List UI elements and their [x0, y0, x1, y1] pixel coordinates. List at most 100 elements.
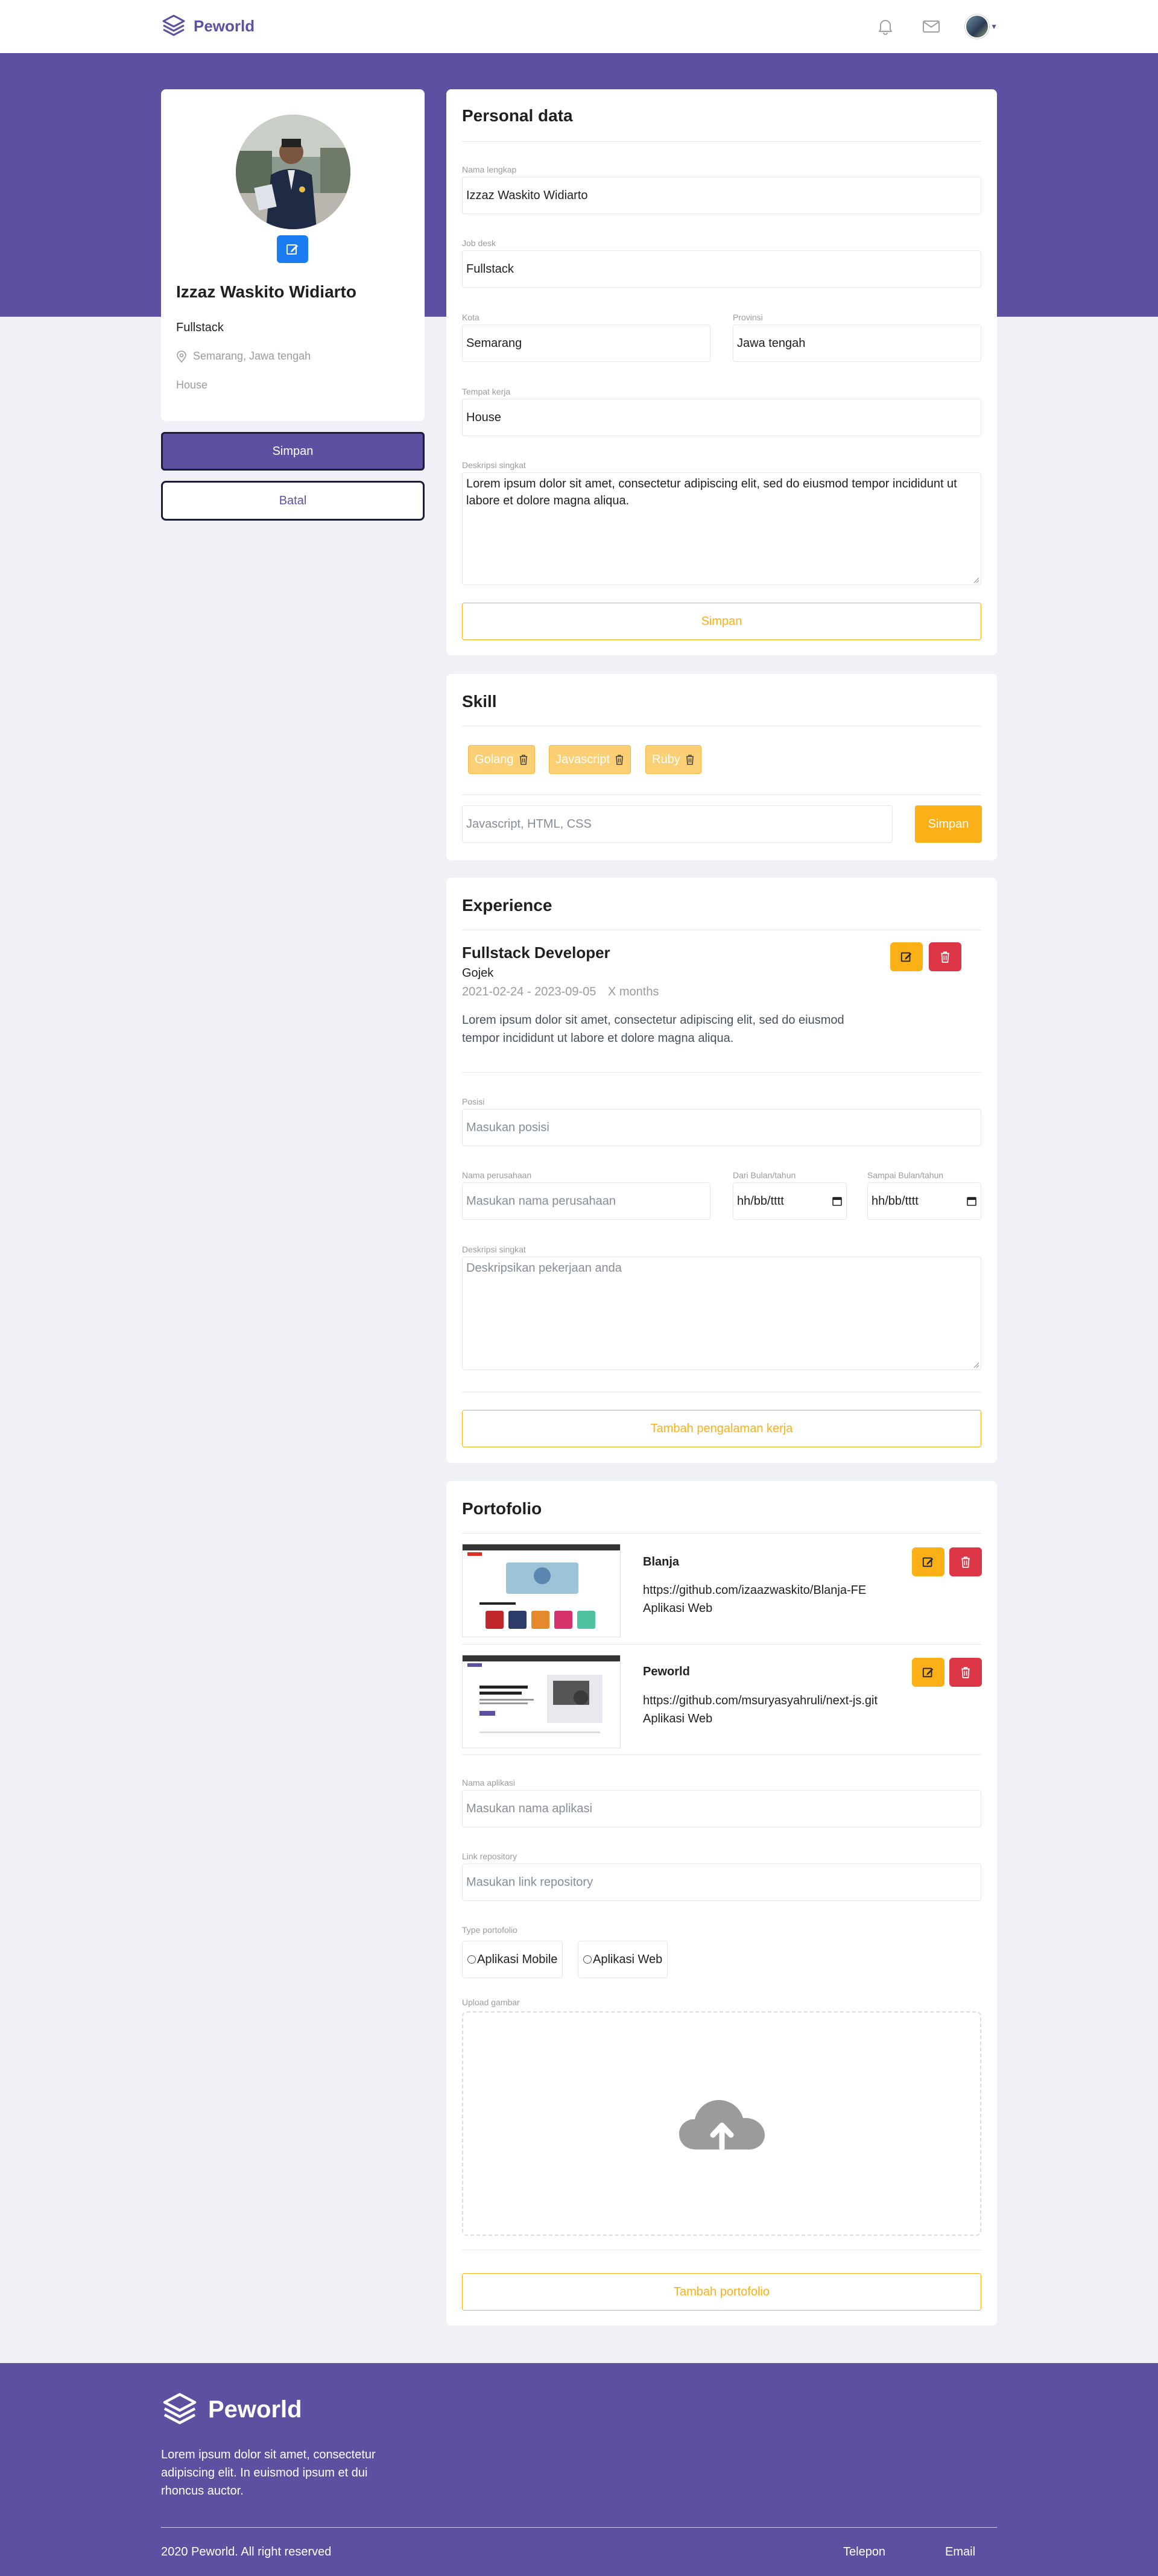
trash-icon: [961, 1556, 970, 1568]
footer-phone-link[interactable]: Telepon: [843, 2545, 885, 2559]
experience-card: Experience Fullstack Developer Gojek 202…: [446, 878, 997, 1463]
calendar-icon[interactable]: [966, 1196, 977, 1207]
resize-handle-icon[interactable]: [972, 576, 979, 583]
edit-icon: [922, 1557, 934, 1567]
upload-label: Upload gambar: [462, 1997, 520, 2007]
trash-icon: [961, 1667, 970, 1678]
exp-description-textarea[interactable]: Deskripsikan pekerjaan anda: [462, 1257, 981, 1370]
description-textarea[interactable]: Lorem ipsum dolor sit amet, consectetur …: [462, 472, 981, 585]
save-button[interactable]: Simpan: [161, 432, 425, 471]
trash-icon[interactable]: [685, 754, 695, 765]
from-date-input[interactable]: hh/bb/tttt: [733, 1182, 847, 1220]
cancel-button[interactable]: Batal: [161, 481, 425, 521]
footer-email-link[interactable]: Email: [945, 2545, 975, 2559]
footer: Peworld Lorem ipsum dolor sit amet, cons…: [0, 2363, 1158, 2576]
province-input[interactable]: Jawa tengah: [733, 325, 981, 362]
upload-dropzone[interactable]: [462, 2011, 981, 2236]
city-input[interactable]: Semarang: [462, 325, 710, 362]
portfolio-name: Blanja: [643, 1555, 680, 1569]
profile-card: Izzaz Waskito Widiarto Fullstack Semaran…: [161, 89, 425, 421]
bell-icon[interactable]: [873, 14, 897, 39]
job-input[interactable]: Fullstack: [462, 250, 981, 288]
experience-dates: 2021-02-24 - 2023-09-05: [462, 985, 596, 998]
user-menu[interactable]: ▼: [965, 14, 998, 39]
avatar: [965, 14, 990, 39]
exp-description-placeholder: Deskripsikan pekerjaan anda: [466, 1261, 622, 1275]
portfolio-link[interactable]: https://github.com/msuryasyahruli/next-j…: [643, 1694, 878, 1708]
job-label: Job desk: [462, 238, 496, 248]
trash-icon[interactable]: [519, 754, 528, 765]
radio-label: Aplikasi Web: [593, 1952, 663, 1966]
fullname-input[interactable]: Izzaz Waskito Widiarto: [462, 177, 981, 214]
brand-name: Peworld: [194, 16, 255, 35]
appname-input[interactable]: Masukan nama aplikasi: [462, 1790, 981, 1827]
divider: [462, 1533, 981, 1534]
experience-title: Experience: [462, 896, 552, 915]
profile-photo: [236, 115, 350, 229]
skill-chip: Ruby: [645, 745, 701, 774]
edit-experience-button[interactable]: [890, 942, 923, 971]
radio-mobile[interactable]: Aplikasi Mobile: [462, 1941, 563, 1978]
skill-chip-label: Ruby: [652, 752, 680, 766]
repo-label: Link repository: [462, 1851, 517, 1861]
company-input[interactable]: Masukan nama perusahaan: [462, 1182, 710, 1220]
edit-icon: [900, 952, 912, 962]
experience-position: Fullstack Developer: [462, 944, 610, 962]
company-label: Nama perusahaan: [462, 1170, 532, 1180]
portfolio-card: Portofolio Blanja https://github.com/iza…: [446, 1481, 997, 2326]
cloud-upload-icon: [679, 2100, 765, 2151]
footer-logo[interactable]: Peworld: [161, 2391, 302, 2428]
resize-handle-icon[interactable]: [972, 1361, 979, 1368]
edit-portfolio-button[interactable]: [912, 1547, 944, 1576]
skill-chip: Javascript: [549, 745, 631, 774]
delete-portfolio-button[interactable]: [949, 1547, 982, 1576]
edit-icon: [922, 1667, 934, 1678]
profile-location-text: Semarang, Jawa tengah: [193, 350, 311, 362]
fullname-label: Nama lengkap: [462, 165, 517, 174]
to-date-input[interactable]: hh/bb/tttt: [867, 1182, 981, 1220]
divider: [462, 1754, 981, 1755]
repo-input[interactable]: Masukan link repository: [462, 1864, 981, 1901]
save-skill-button[interactable]: Simpan: [915, 805, 982, 843]
map-pin-icon: [177, 350, 186, 363]
calendar-icon[interactable]: [832, 1196, 843, 1207]
radio-web[interactable]: Aplikasi Web: [578, 1941, 668, 1978]
workplace-label: Tempat kerja: [462, 387, 511, 396]
layers-logo-icon: [162, 14, 185, 36]
layers-logo-icon: [163, 2393, 197, 2425]
mail-icon[interactable]: [919, 14, 943, 39]
position-input[interactable]: Masukan posisi: [462, 1109, 981, 1146]
skill-title: Skill: [462, 692, 497, 711]
trash-icon[interactable]: [615, 754, 624, 765]
portfolio-type: Aplikasi Web: [643, 1712, 713, 1725]
delete-experience-button[interactable]: [929, 942, 961, 971]
profile-location: Semarang, Jawa tengah: [176, 350, 311, 363]
city-label: Kota: [462, 312, 479, 322]
save-personal-button[interactable]: Simpan: [462, 603, 981, 640]
portfolio-type: Aplikasi Web: [643, 1602, 713, 1615]
footer-copyright: 2020 Peworld. All right reserved: [161, 2545, 332, 2559]
profile-name: Izzaz Waskito Widiarto: [176, 282, 356, 301]
appname-label: Nama aplikasi: [462, 1778, 515, 1788]
edit-portfolio-button[interactable]: [912, 1658, 944, 1687]
skill-chip: Golang: [468, 745, 535, 774]
skill-input[interactable]: Javascript, HTML, CSS: [462, 805, 893, 843]
edit-photo-button[interactable]: [277, 235, 308, 263]
divider: [462, 1644, 981, 1645]
description-text: Lorem ipsum dolor sit amet, consectetur …: [466, 477, 957, 507]
radio-button[interactable]: [583, 1955, 592, 1964]
skill-chip-label: Javascript: [555, 752, 610, 766]
footer-description: Lorem ipsum dolor sit amet, consectetur …: [161, 2448, 376, 2498]
skill-card: Skill Golang Javascript Ruby Javascript,…: [446, 674, 997, 860]
portfolio-name: Peworld: [643, 1665, 690, 1678]
radio-button[interactable]: [467, 1955, 476, 1964]
portfolio-link[interactable]: https://github.com/izaazwaskito/Blanja-F…: [643, 1584, 866, 1597]
brand-logo[interactable]: Peworld: [161, 13, 255, 39]
add-experience-button[interactable]: Tambah pengalaman kerja: [462, 1410, 981, 1447]
add-portfolio-button[interactable]: Tambah portofolio: [462, 2273, 981, 2311]
delete-portfolio-button[interactable]: [949, 1658, 982, 1687]
experience-description: Lorem ipsum dolor sit amet, consectetur …: [462, 1014, 844, 1045]
navbar: Peworld ▼: [0, 0, 1158, 53]
workplace-input[interactable]: House: [462, 399, 981, 436]
portfolio-thumbnail: [462, 1655, 621, 1748]
